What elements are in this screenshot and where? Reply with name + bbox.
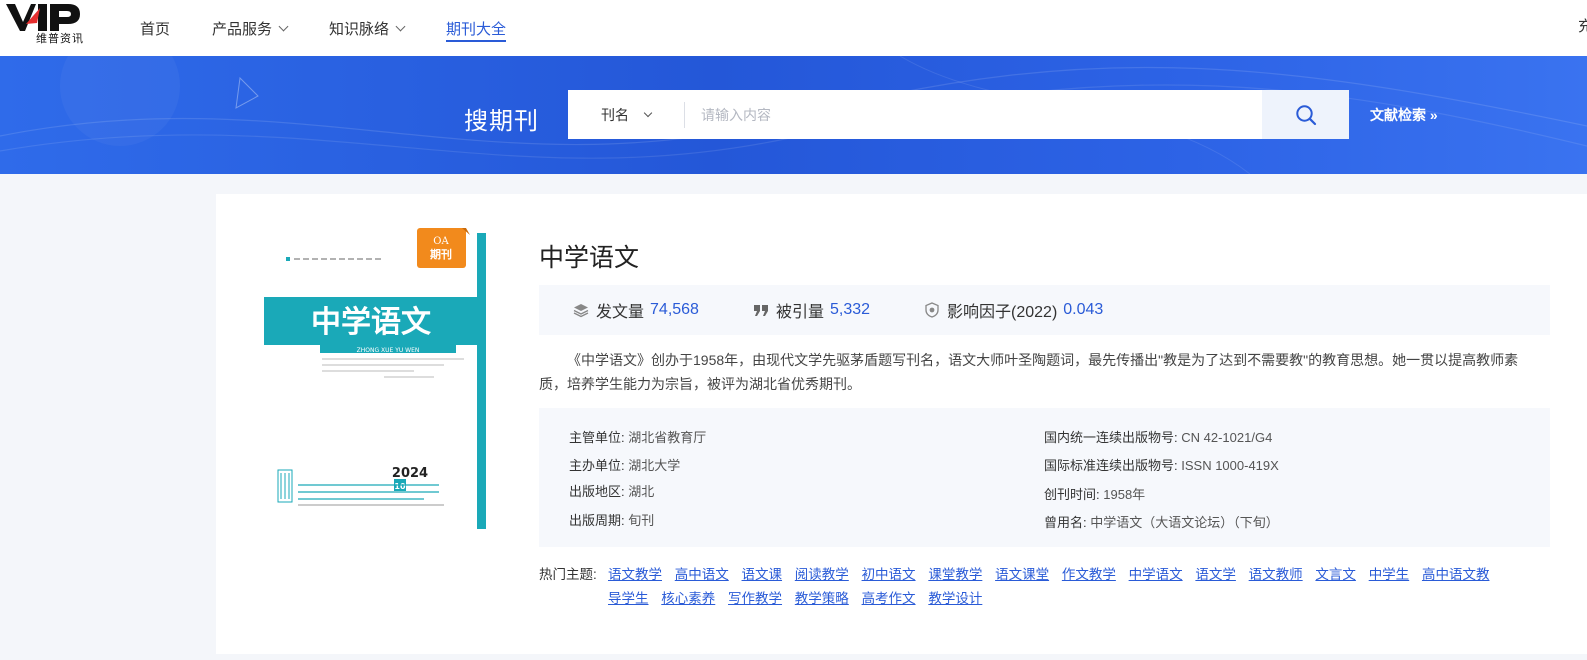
topic-link[interactable]: 初中语文: [862, 567, 916, 582]
topic-link[interactable]: 写作教学: [728, 591, 782, 606]
topic-link[interactable]: 高考作文: [862, 591, 916, 606]
nav-journals-label: 期刊大全: [446, 20, 507, 38]
stat-impact-label: 影响因子(2022): [947, 304, 1058, 321]
topic-link[interactable]: 语文教学: [608, 567, 662, 582]
top-navigation: 维普资讯 首页 产品服务 知识脉络 期刊大全 充: [0, 0, 1587, 56]
info-supervisor: 主管单位: 湖北省教育厅: [569, 427, 706, 446]
advanced-search-link[interactable]: 文献检索 »: [1370, 105, 1438, 125]
cover-title: 中学语文: [311, 305, 431, 340]
info-sponsor-label: 主办单位:: [569, 458, 625, 473]
search-field-select[interactable]: 刊名: [568, 90, 684, 139]
info-frequency: 出版周期: 旬刊: [569, 510, 654, 529]
topic-link[interactable]: 语文教师: [1249, 567, 1303, 582]
topic-link[interactable]: 文言文: [1315, 567, 1356, 582]
logo-mark: [6, 4, 80, 31]
layers-icon: [573, 302, 589, 318]
topic-link[interactable]: 语文课堂: [995, 567, 1049, 582]
search-box: 刊名: [568, 90, 1349, 139]
info-region: 出版地区: 湖北: [569, 481, 654, 500]
topic-link[interactable]: 阅读教学: [795, 567, 849, 582]
cover-year: 2024: [392, 466, 428, 481]
info-cn: 国内统一连续出版物号: CN 42-1021/G4: [1044, 427, 1272, 446]
info-cn-label: 国内统一连续出版物号:: [1044, 430, 1178, 445]
info-issn-label: 国际标准连续出版物号:: [1044, 458, 1178, 473]
topic-link[interactable]: 中学生: [1369, 567, 1410, 582]
nav-edge-item[interactable]: 充: [1578, 15, 1587, 36]
info-issn-value: ISSN 1000-419X: [1181, 458, 1279, 473]
info-supervisor-value: 湖北省教育厅: [628, 430, 707, 445]
cover-issue: 10: [394, 482, 406, 491]
info-sponsor-value: 湖北大学: [628, 458, 681, 473]
info-frequency-value: 旬刊: [628, 513, 655, 528]
cover-pinyin: ZHONG XUE YU WEN: [357, 347, 420, 354]
chevron-down-icon: [395, 21, 406, 31]
stat-citations-label: 被引量: [775, 304, 824, 321]
vip-logo[interactable]: 维普资讯: [6, 2, 84, 46]
nav-home-label: 首页: [140, 20, 171, 38]
search-banner: 搜期刊 刊名 文献检索 »: [0, 56, 1587, 174]
info-region-value: 湖北: [628, 484, 655, 499]
search-icon: [1295, 104, 1316, 125]
topic-link[interactable]: 高中语文教: [1422, 567, 1490, 582]
stat-citations: 被引量 5,332: [753, 298, 870, 322]
topic-link[interactable]: 语文课: [742, 567, 783, 582]
oa-badge-top: OA: [433, 236, 449, 247]
info-issn: 国际标准连续出版物号: ISSN 1000-419X: [1044, 455, 1279, 474]
topic-link[interactable]: 课堂教学: [928, 567, 982, 582]
info-founded: 创刊时间: 1958年: [1044, 484, 1145, 503]
info-cn-value: CN 42-1021/G4: [1181, 430, 1273, 445]
search-input[interactable]: [685, 90, 1262, 139]
search-field-label: 刊名: [601, 106, 629, 123]
info-region-label: 出版地区:: [569, 484, 625, 499]
journal-info: 主管单位: 湖北省教育厅 主办单位: 湖北大学 出版地区: 湖北 出版周期: 旬…: [539, 408, 1550, 547]
info-former-name-label: 曾用名:: [1044, 515, 1087, 530]
nav-journals[interactable]: 期刊大全: [446, 0, 507, 56]
topic-link[interactable]: 核心素养: [661, 591, 715, 606]
topic-link[interactable]: 教学策略: [795, 591, 849, 606]
stat-articles: 发文量 74,568: [573, 298, 699, 322]
cover-graphic: 中学语文 ZHONG XUE YU WEN 2024 10 OA 期刊: [264, 227, 486, 530]
hot-topics-label: 热门主题:: [539, 567, 597, 582]
search-title: 搜期刊: [464, 108, 539, 135]
hot-topics-links: 语文教学 高中语文 语文课 阅读教学 初中语文 课堂教学 语文课堂 作文教学 中…: [608, 563, 1538, 611]
journal-cover-image: 中学语文 ZHONG XUE YU WEN 2024 10 OA 期刊: [264, 227, 488, 530]
topic-link[interactable]: 中学语文: [1129, 567, 1183, 582]
nav-products-label: 产品服务: [212, 20, 273, 38]
info-former-name-value: 中学语文（大语文论坛）（下旬）: [1090, 515, 1279, 530]
info-frequency-label: 出版周期:: [569, 513, 625, 528]
chevron-down-icon: [278, 21, 289, 31]
chevron-down-icon: [643, 108, 653, 118]
nav-products[interactable]: 产品服务: [212, 0, 289, 56]
stat-articles-value: 74,568: [650, 301, 699, 318]
shield-icon: [924, 302, 940, 318]
nav-knowledge-label: 知识脉络: [329, 20, 390, 38]
topic-link[interactable]: 语文学: [1195, 567, 1236, 582]
oa-badge-bottom: 期刊: [430, 247, 452, 261]
info-sponsor: 主办单位: 湖北大学: [569, 455, 680, 474]
topic-link[interactable]: 高中语文: [675, 567, 729, 582]
info-former-name: 曾用名: 中学语文（大语文论坛）（下旬）: [1044, 512, 1279, 531]
nav-home[interactable]: 首页: [140, 0, 170, 56]
info-supervisor-label: 主管单位:: [569, 430, 625, 445]
journal-title: 中学语文: [539, 244, 640, 272]
logo-text: 维普资讯: [36, 33, 84, 45]
quote-icon: [753, 303, 769, 317]
journal-stats: 发文量 74,568 被引量 5,332 影响因子(2022) 0.043: [539, 285, 1550, 335]
topic-link[interactable]: 导学生: [608, 591, 649, 606]
journal-description: 《中学语文》创办于1958年，由现代文学先驱茅盾题写刊名，语文大师叶圣陶题词，最…: [539, 352, 1519, 392]
nav-knowledge[interactable]: 知识脉络: [329, 0, 406, 56]
stat-impact-value: 0.043: [1063, 301, 1104, 318]
info-founded-value: 1958年: [1103, 487, 1146, 502]
info-founded-label: 创刊时间:: [1044, 487, 1100, 502]
stat-citations-value: 5,332: [829, 301, 871, 318]
search-button[interactable]: [1262, 90, 1349, 139]
stat-impact: 影响因子(2022) 0.043: [924, 298, 1103, 322]
topic-link[interactable]: 教学设计: [928, 591, 982, 606]
main-nav: 首页 产品服务 知识脉络 期刊大全: [140, 0, 548, 56]
stat-articles-label: 发文量: [596, 304, 645, 321]
topic-link[interactable]: 作文教学: [1062, 567, 1116, 582]
